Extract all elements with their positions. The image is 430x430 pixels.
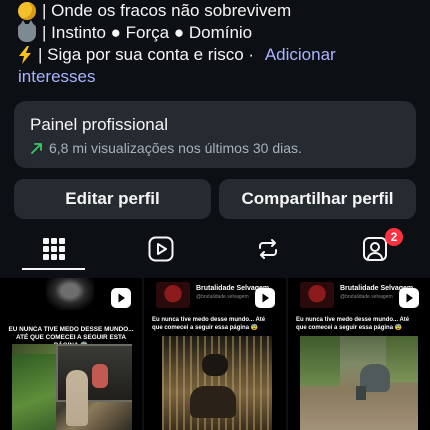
tab-reels[interactable] (107, 228, 214, 270)
post-3-account-handle: @brutalidade.selvagem (340, 294, 393, 300)
post-thumbnail-3[interactable]: Brutalidade Selvagem @brutalidade.selvag… (288, 278, 430, 430)
tab-reposts[interactable] (214, 228, 321, 270)
post-2-account-handle: @brutalidade.selvagem (196, 294, 249, 300)
bio-line-2-text: | Instinto ● Força ● Domínio (42, 23, 253, 42)
moon-emoji-icon (18, 2, 36, 20)
bio-line-1: | Onde os fracos não sobrevivem (18, 0, 418, 22)
tagged-icon (362, 237, 387, 261)
post-thumbnail-1[interactable]: EU NUNCA TIVE MEDO DESSE MUNDO... ATÉ QU… (0, 278, 142, 430)
bio-line-3-text: | Siga por sua conta e risco · (38, 45, 259, 64)
grid-icon (42, 238, 65, 260)
reposts-icon (258, 239, 277, 259)
add-interests-link-continued[interactable]: interesses (18, 66, 95, 88)
bio-line-1-text: | Onde os fracos não sobrevivem (42, 1, 292, 20)
posts-grid: EU NUNCA TIVE MEDO DESSE MUNDO... ATÉ QU… (0, 278, 430, 430)
reel-icon (255, 288, 275, 308)
share-profile-button[interactable]: Compartilhar perfil (219, 179, 416, 219)
tab-posts-grid[interactable] (0, 228, 107, 270)
views-stat-text: 6,8 mi visualizações nos últimos 30 dias… (49, 140, 302, 156)
brutalidade-selvagem-logo (300, 282, 334, 308)
profile-bio: | Onde os fracos não sobrevivem | Instin… (18, 0, 418, 88)
tab-tagged[interactable]: 2 (321, 228, 428, 270)
trend-up-arrow-icon (31, 142, 42, 154)
professional-dashboard-title: Painel profissional (30, 115, 168, 134)
post-3-caption: Eu nunca tive medo desse mundo... Até qu… (296, 317, 410, 331)
brutalidade-selvagem-logo (156, 282, 190, 308)
reel-icon (111, 288, 131, 308)
post-3-video-frame (300, 336, 418, 430)
wolf-emoji-icon (18, 20, 36, 42)
reel-icon (399, 288, 419, 308)
tagged-notification-badge: 2 (385, 228, 403, 246)
post-1-gorilla-image (46, 278, 94, 310)
post-2-caption: Eu nunca tive medo desse mundo... Até qu… (152, 317, 266, 331)
post-2-video-frame (162, 336, 272, 430)
add-interests-link[interactable]: Adicionar (265, 44, 336, 66)
post-thumbnail-2[interactable]: Brutalidade Selvagem @brutalidade.selvag… (144, 278, 286, 430)
post-1-video-frame (12, 344, 132, 430)
edit-profile-button[interactable]: Editar perfil (14, 179, 211, 219)
profile-tabs: 2 (0, 228, 430, 270)
professional-dashboard-card[interactable]: Painel profissional 6,8 mi visualizações… (14, 101, 416, 168)
bio-line-3: | Siga por sua conta e risco · Adicionar (18, 44, 418, 66)
reels-icon (148, 236, 173, 262)
professional-dashboard-stats: 6,8 mi visualizações nos últimos 30 dias… (30, 140, 302, 156)
lightning-emoji-icon (18, 46, 32, 64)
bio-line-2: | Instinto ● Força ● Domínio (18, 20, 418, 44)
bio-line-4: interesses (18, 66, 418, 88)
